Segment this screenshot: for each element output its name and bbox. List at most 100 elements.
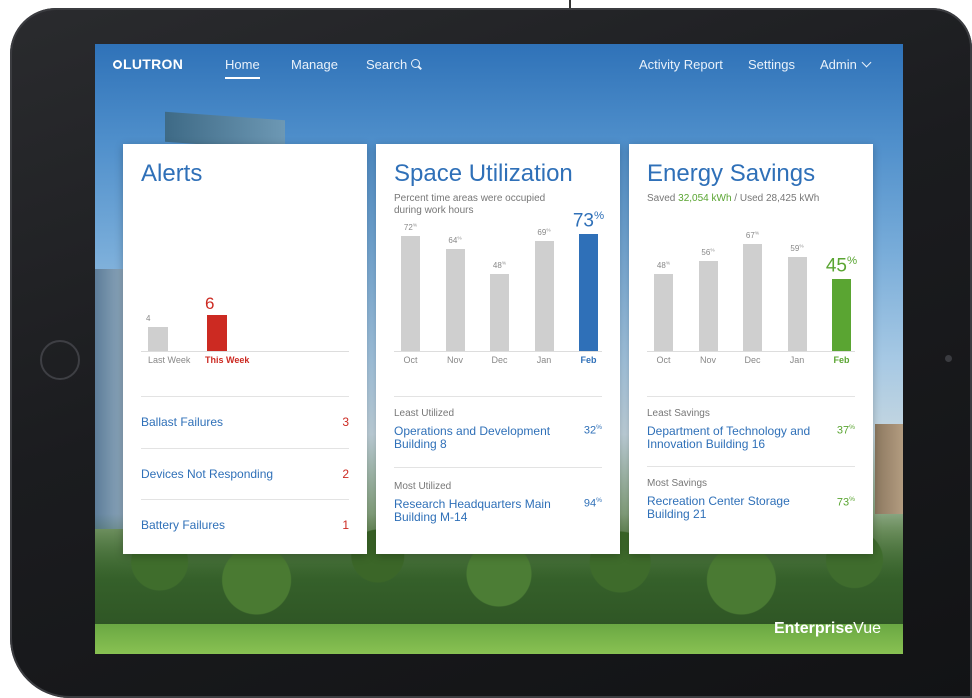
space-bar-dec xyxy=(490,274,509,351)
space-least-building[interactable]: Operations and Development Building 8 xyxy=(394,425,569,451)
nav-settings[interactable]: Settings xyxy=(748,57,795,72)
percent-sign: % xyxy=(754,231,760,237)
space-bar-value: 64% xyxy=(448,235,462,245)
energy-bar-oct xyxy=(654,274,673,351)
energy-most-pct: 73% xyxy=(837,496,855,509)
lutron-logo-icon xyxy=(113,60,122,69)
energy-most-pct-value: 73 xyxy=(836,496,850,509)
energy-divider xyxy=(647,396,855,397)
space-most-pct-value: 94 xyxy=(583,497,597,510)
space-most-pct: 94% xyxy=(584,497,602,510)
nav-admin-menu[interactable]: Admin xyxy=(820,57,872,72)
energy-bar-label: Jan xyxy=(789,355,805,365)
percent-sign: % xyxy=(665,261,671,267)
percent-sign: % xyxy=(799,243,804,249)
alert-battery-count: 1 xyxy=(342,518,349,532)
energy-most-building[interactable]: Recreation Center Storage Building 21 xyxy=(647,495,822,521)
alerts-bar-value: 4 xyxy=(146,314,151,323)
alerts-bar-label: Last Week xyxy=(148,355,191,365)
home-hardware-button[interactable] xyxy=(40,340,80,380)
percent-sign: % xyxy=(594,210,605,223)
alerts-bar-label: This Week xyxy=(205,355,250,365)
energy-least-building[interactable]: Department of Technology and Innovation … xyxy=(647,425,822,451)
search-icon xyxy=(411,59,421,68)
energy-bar-label: Feb xyxy=(833,355,850,365)
energy-bar-value: 45% xyxy=(825,255,858,277)
energy-least-label: Least Savings xyxy=(647,408,710,419)
energy-bar-jan xyxy=(787,256,807,351)
nav-activity-label: Activity Report xyxy=(639,57,723,72)
energy-least-pct: 37% xyxy=(837,424,855,437)
energy-bar-value: 56% xyxy=(701,248,715,258)
app-screen: LUTRON Home Manage Search Activity Repor… xyxy=(95,44,903,654)
space-bar-value: 69% xyxy=(537,227,551,237)
space-bar-label: Dec xyxy=(491,355,508,365)
alert-battery-failures[interactable]: Battery Failures xyxy=(141,518,225,532)
energy-bar-label: Oct xyxy=(656,355,671,365)
percent-sign: % xyxy=(596,424,602,431)
nav-manage-label: Manage xyxy=(291,57,338,72)
alert-devices-count: 2 xyxy=(342,467,349,481)
nav-manage[interactable]: Manage xyxy=(291,57,338,72)
nav-settings-label: Settings xyxy=(748,57,795,72)
space-most-building[interactable]: Research Headquarters Main Building M-14 xyxy=(394,498,569,524)
nav-home[interactable]: Home xyxy=(225,57,260,79)
energy-chart-baseline xyxy=(647,351,855,352)
percent-sign: % xyxy=(457,235,462,241)
nav-search-label: Search xyxy=(366,57,408,72)
space-least-pct-value: 32 xyxy=(583,424,597,437)
space-bar-oct xyxy=(401,235,420,351)
top-nav: LUTRON Home Manage Search Activity Repor… xyxy=(95,44,903,94)
alerts-card: Alerts 4 Last Week 6 This Week Ballast Fail… xyxy=(123,144,367,554)
space-least-label: Least Utilized xyxy=(394,408,455,419)
space-bar-jan xyxy=(534,240,554,351)
alerts-divider xyxy=(141,396,349,397)
percent-sign: % xyxy=(501,261,507,267)
enterprisevue-brand: EnterpriseVue xyxy=(774,620,881,638)
energy-bar-value: 48% xyxy=(656,261,671,271)
space-least-pct: 32% xyxy=(584,424,602,437)
space-bar-label: Jan xyxy=(536,355,552,365)
percent-sign: % xyxy=(710,248,715,254)
space-bar-value: 73% xyxy=(572,210,605,232)
energy-chart: 48% Oct 56% Nov 67% Dec 59% Jan 45% Feb xyxy=(629,144,873,384)
camera-dot xyxy=(945,355,952,362)
percent-sign: % xyxy=(849,496,855,503)
space-bar-label: Oct xyxy=(403,355,418,365)
alert-devices-not-responding[interactable]: Devices Not Responding xyxy=(141,467,273,481)
alert-ballast-count: 3 xyxy=(342,415,349,429)
alerts-chart-baseline xyxy=(141,351,349,352)
alerts-bar-last-week xyxy=(148,327,168,351)
alerts-divider xyxy=(141,448,349,449)
percent-sign: % xyxy=(849,424,855,431)
brand-regular: Vue xyxy=(853,620,881,637)
energy-bar-nov xyxy=(698,261,718,351)
energy-divider xyxy=(647,466,855,467)
background-building-left xyxy=(95,269,125,529)
logo-text: LUTRON xyxy=(123,56,184,72)
energy-bar-value: 67% xyxy=(745,230,760,240)
energy-least-pct-value: 37 xyxy=(836,424,850,437)
energy-bar-dec xyxy=(743,243,762,351)
nav-home-label: Home xyxy=(225,57,260,72)
alerts-divider xyxy=(141,499,349,500)
percent-sign: % xyxy=(847,255,858,267)
lutron-logo[interactable]: LUTRON xyxy=(113,56,183,72)
space-bar-value: 48% xyxy=(492,261,507,271)
energy-bar-value: 59% xyxy=(790,243,804,253)
nav-admin-label: Admin xyxy=(820,57,857,72)
energy-bar-label: Dec xyxy=(744,355,761,365)
space-divider xyxy=(394,467,602,468)
alert-ballast-failures[interactable]: Ballast Failures xyxy=(141,415,223,429)
percent-sign: % xyxy=(596,497,602,504)
space-chart: 72% Oct 64% Nov 48% Dec 69% Jan 73% Feb xyxy=(376,144,620,384)
alerts-chart: 4 Last Week 6 This Week xyxy=(123,144,367,384)
brand-bold: Enterprise xyxy=(773,620,854,637)
nav-activity-report[interactable]: Activity Report xyxy=(639,57,723,72)
space-most-label: Most Utilized xyxy=(394,481,452,492)
space-divider xyxy=(394,396,602,397)
background-building-right xyxy=(875,424,903,514)
space-bar-label: Feb xyxy=(580,355,597,365)
alerts-bar-value: 6 xyxy=(205,294,215,313)
nav-search[interactable]: Search xyxy=(366,57,421,72)
